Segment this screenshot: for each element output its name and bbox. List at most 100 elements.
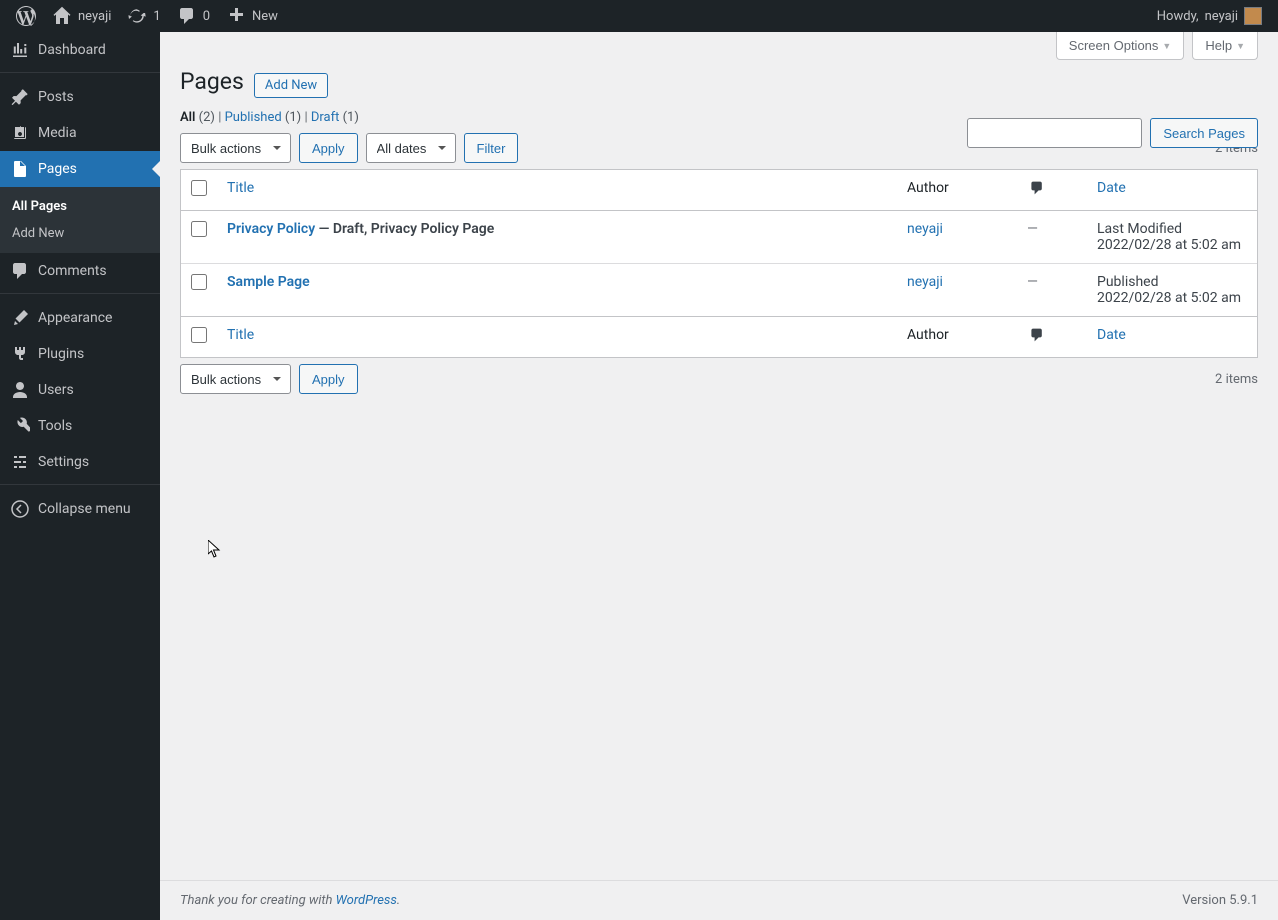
page-icon: [10, 159, 30, 179]
menu-separator: [0, 480, 160, 485]
date-filter-select[interactable]: All dates: [366, 133, 456, 163]
plug-icon: [10, 344, 30, 364]
menu-pages[interactable]: Pages: [0, 151, 160, 187]
menu-tools[interactable]: Tools: [0, 408, 160, 444]
filter-all-count: (2): [199, 110, 215, 125]
update-icon: [127, 6, 147, 26]
plus-icon: [226, 6, 246, 26]
menu-dashboard[interactable]: Dashboard: [0, 32, 160, 68]
menu-posts[interactable]: Posts: [0, 79, 160, 115]
menu-comments[interactable]: Comments: [0, 253, 160, 289]
footer: Thank you for creating with WordPress. V…: [160, 880, 1278, 920]
filter-button[interactable]: Filter: [464, 133, 519, 163]
menu-label: Dashboard: [38, 42, 106, 58]
author-link[interactable]: neyaji: [907, 221, 943, 237]
menu-media[interactable]: Media: [0, 115, 160, 151]
wp-logo[interactable]: [8, 0, 44, 32]
date-value: 2022/02/28 at 5:02 am: [1097, 237, 1241, 253]
submenu-all-pages[interactable]: All Pages: [0, 193, 160, 220]
menu-label: Plugins: [38, 346, 84, 362]
wrap: Pages Add New Search Pages All (2) | Pub…: [160, 60, 1278, 880]
apply-button[interactable]: Apply: [299, 133, 358, 163]
menu-label: Settings: [38, 454, 89, 470]
comment-icon: [177, 6, 197, 26]
author-link[interactable]: neyaji: [907, 274, 943, 290]
date-status: Published: [1097, 274, 1158, 290]
search-button[interactable]: Search Pages: [1150, 118, 1258, 148]
new-label: New: [252, 9, 278, 24]
tablenav-actions: Bulk actions Apply All dates Filter: [180, 133, 518, 163]
menu-label: Appearance: [38, 310, 112, 326]
filter-published-count: (1): [285, 110, 301, 125]
comments-count: 0: [203, 9, 210, 24]
bulk-actions-select[interactable]: Bulk actions: [180, 133, 291, 163]
filter-all[interactable]: All: [180, 110, 195, 125]
items-count: 2 items: [1215, 372, 1258, 387]
add-new-button[interactable]: Add New: [254, 73, 328, 98]
menu-settings[interactable]: Settings: [0, 444, 160, 480]
comments-value: —: [1027, 221, 1038, 237]
date-footer[interactable]: Date: [1087, 316, 1257, 357]
wordpress-icon: [16, 6, 36, 26]
admin-bar-left: neyaji 1 0 New: [8, 0, 286, 32]
comments-footer[interactable]: [1017, 316, 1087, 357]
filter-draft[interactable]: Draft: [311, 110, 340, 125]
user-icon: [10, 380, 30, 400]
brush-icon: [10, 308, 30, 328]
menu-users[interactable]: Users: [0, 372, 160, 408]
submenu-add-new[interactable]: Add New: [0, 220, 160, 247]
footer-thanks: Thank you for creating with WordPress.: [180, 893, 400, 908]
title-footer[interactable]: Title: [217, 316, 897, 357]
apply-button[interactable]: Apply: [299, 364, 358, 394]
comment-icon: [1027, 180, 1047, 196]
menu-label: Posts: [38, 89, 74, 105]
tablenav-bottom: Bulk actions Apply 2 items: [180, 364, 1258, 394]
admin-sidebar: Dashboard Posts Media Pages All Pages Ad…: [0, 32, 160, 920]
date-value: 2022/02/28 at 5:02 am: [1097, 290, 1241, 306]
comments[interactable]: 0: [169, 0, 218, 32]
author-header[interactable]: Author: [897, 170, 1017, 211]
row-checkbox[interactable]: [191, 274, 207, 290]
filter-published[interactable]: Published: [225, 110, 282, 125]
my-account[interactable]: Howdy, neyaji: [1149, 0, 1270, 32]
date-header[interactable]: Date: [1087, 170, 1257, 211]
help-button[interactable]: Help: [1192, 32, 1258, 60]
menu-plugins[interactable]: Plugins: [0, 336, 160, 372]
post-state: — Draft, Privacy Policy Page: [315, 221, 494, 237]
menu-label: Comments: [38, 263, 107, 279]
search-input[interactable]: [967, 118, 1142, 148]
screen-options-button[interactable]: Screen Options: [1056, 32, 1185, 60]
row-checkbox[interactable]: [191, 221, 207, 237]
admin-bar-right: Howdy, neyaji: [1149, 0, 1270, 32]
menu-label: Collapse menu: [38, 501, 131, 517]
select-all-checkbox[interactable]: [191, 180, 207, 196]
submenu-pages: All Pages Add New: [0, 187, 160, 253]
row-title-link[interactable]: Privacy Policy: [227, 221, 315, 237]
wordpress-link[interactable]: WordPress: [336, 893, 397, 908]
table-row: Sample Page neyaji — Published2022/02/28…: [181, 264, 1257, 316]
select-all-checkbox[interactable]: [191, 327, 207, 343]
dashboard-icon: [10, 40, 30, 60]
title-header[interactable]: Title: [217, 170, 897, 211]
home-icon: [52, 6, 72, 26]
heading-row: Pages Add New: [180, 68, 1258, 98]
filter-draft-count: (1): [343, 110, 359, 125]
menu-label: Media: [38, 125, 77, 141]
menu-appearance[interactable]: Appearance: [0, 300, 160, 336]
media-icon: [10, 123, 30, 143]
collapse-icon: [10, 499, 30, 519]
date-status: Last Modified: [1097, 221, 1182, 237]
bulk-actions-select[interactable]: Bulk actions: [180, 364, 291, 394]
menu-collapse[interactable]: Collapse menu: [0, 491, 160, 527]
row-title-link[interactable]: Sample Page: [227, 274, 310, 290]
site-name-text: neyaji: [78, 9, 111, 24]
howdy-user: neyaji: [1205, 9, 1238, 24]
comments-header[interactable]: [1017, 170, 1087, 211]
author-footer[interactable]: Author: [897, 316, 1017, 357]
table-row: Privacy Policy — Draft, Privacy Policy P…: [181, 211, 1257, 264]
content: Screen Options Help Pages Add New Search…: [160, 32, 1278, 920]
site-name[interactable]: neyaji: [44, 0, 119, 32]
pin-icon: [10, 87, 30, 107]
updates[interactable]: 1: [119, 0, 168, 32]
new-content[interactable]: New: [218, 0, 286, 32]
